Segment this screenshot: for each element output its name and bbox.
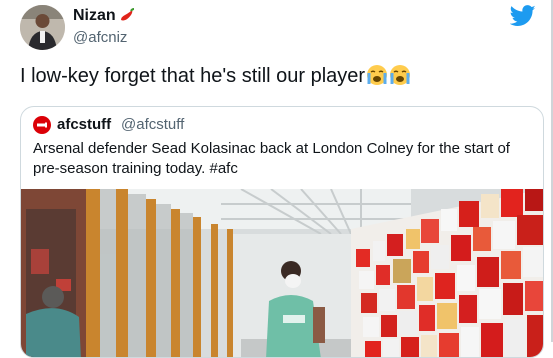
author-name-text: Nizan [73, 7, 116, 24]
tweet-text-content: I low-key forget that he's still our pla… [20, 65, 366, 87]
author-name[interactable]: Nizan [73, 7, 136, 25]
quoted-author-name: afcstuff [57, 116, 112, 133]
crying-face-emoji [367, 65, 388, 85]
author-handle[interactable]: @afcniz [73, 29, 127, 46]
quoted-author-handle: @afcstuff [121, 116, 185, 133]
chili-pepper-emoji [120, 8, 134, 21]
crying-face-emoji [390, 65, 411, 85]
twitter-bird-icon[interactable] [510, 5, 536, 27]
tweet-card: Nizan @afcniz I low-key forget that he's… [0, 0, 553, 358]
quoted-tweet[interactable]: afcstuff @afcstuff Arsenal defender Sead… [20, 106, 544, 358]
quoted-media-photo[interactable] [21, 189, 543, 357]
author-avatar[interactable] [20, 5, 65, 50]
quoted-tweet-text: Arsenal defender Sead Kolasinac back at … [33, 140, 510, 177]
arsenal-crest-icon [33, 116, 51, 134]
tweet-text: I low-key forget that he's still our pla… [20, 63, 411, 89]
